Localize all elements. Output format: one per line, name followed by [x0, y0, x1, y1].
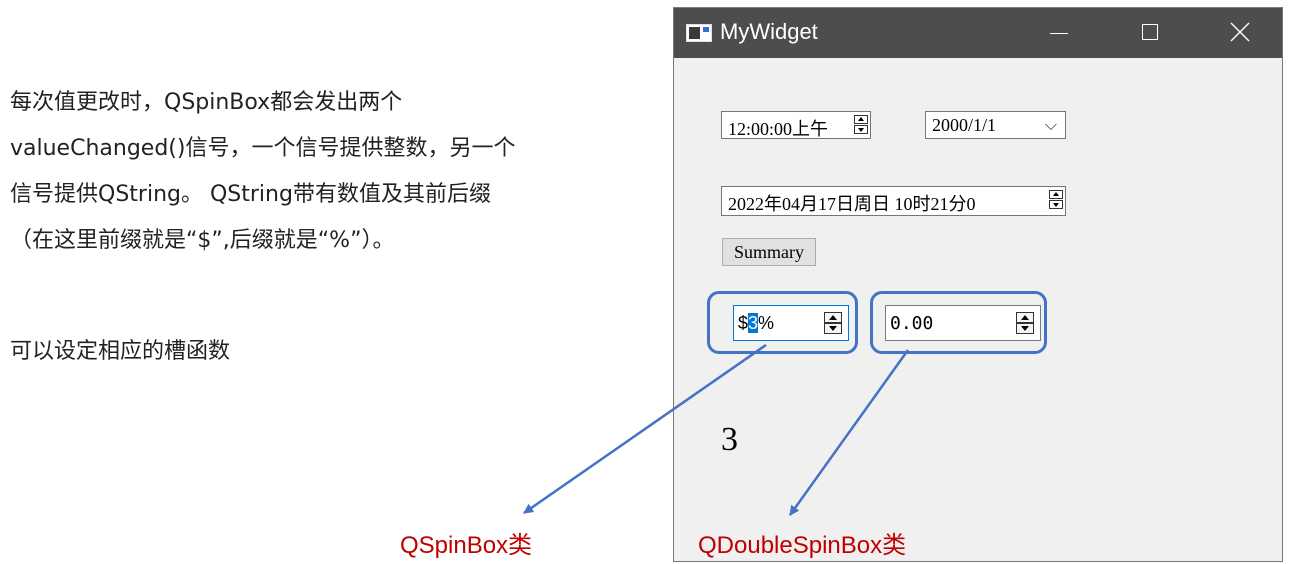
arrow-to-double-spinbox-caption	[788, 349, 910, 516]
spinbox-caption: QSpinBox类	[400, 532, 533, 559]
double-spinbox-caption: QDoubleSpinBox类	[698, 532, 907, 559]
annotation-arrows	[523, 343, 910, 516]
arrow-to-spinbox-caption	[523, 343, 767, 515]
